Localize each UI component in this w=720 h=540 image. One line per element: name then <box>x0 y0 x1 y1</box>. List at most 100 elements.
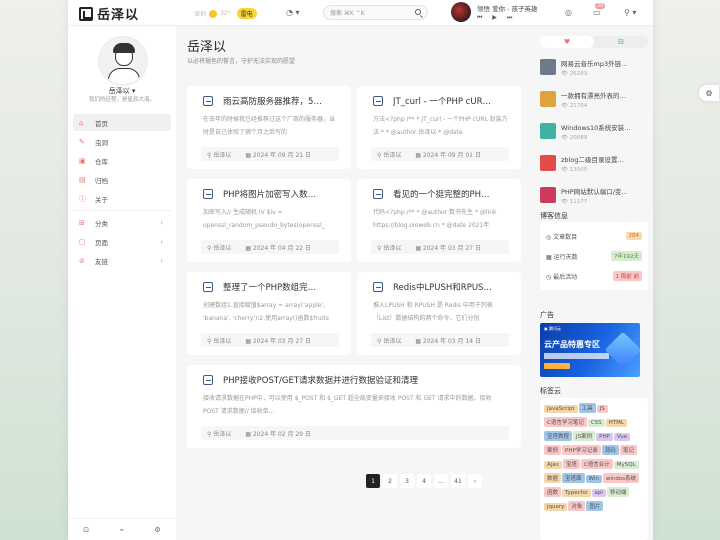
user-menu-icon[interactable]: ⚲ ▾ <box>624 8 636 17</box>
hot-post-title[interactable]: PHP网站默认端口/变… <box>561 186 631 196</box>
tag-item[interactable]: JavaScript <box>544 405 578 413</box>
tag-item[interactable]: PHP <box>596 433 613 441</box>
post-title[interactable]: 整理了一个PHP数组完… <box>203 281 341 293</box>
post-card[interactable]: Redis中LPUSH和RPUS… 推入LPUSH 和 RPUSH 是 Redi… <box>357 272 521 355</box>
page-button[interactable]: 3 <box>400 474 414 488</box>
post-card[interactable]: 看见的一个挺完整的PH… 代码<?php /** * @author 数书先生 … <box>357 179 521 262</box>
music-player[interactable]: 领悟 爱你 - 孩子英雄 ⏮ ▶ ⏭ <box>451 2 538 22</box>
post-title[interactable]: PHP将图片加密写入数… <box>203 188 341 200</box>
post-author[interactable]: 岳泽以 <box>383 338 401 345</box>
tag-item[interactable]: 数据 <box>544 473 562 483</box>
tag-item[interactable]: 笔记 <box>619 445 637 455</box>
nav-item-category[interactable]: ⊞ 分类 › <box>73 214 171 231</box>
page-button[interactable]: 4 <box>417 474 431 488</box>
page-button[interactable]: 2 <box>383 474 397 488</box>
message-icon[interactable]: ▭ <box>593 8 601 17</box>
post-card[interactable]: PHP将图片加密写入数… 加密写入// 生成随机 IV $iv = openss… <box>187 179 351 262</box>
tag-item[interactable]: Typecho <box>562 489 591 497</box>
tag-item[interactable]: JS <box>596 405 608 413</box>
hot-post-title[interactable]: zblog二级目录设置… <box>561 154 631 164</box>
post-title[interactable]: 雨云高防服务器推荐，5… <box>203 95 341 107</box>
post-card[interactable]: JT_curl - 一个PHP cUR… 方法<?php /** * JT_cu… <box>357 86 521 169</box>
tag-item[interactable]: Ajax <box>544 461 562 469</box>
nav-item-wormhole[interactable]: ✎ 虫洞 <box>73 133 171 150</box>
tag-item[interactable]: 宝塔教程 <box>544 431 573 441</box>
calendar-icon: ▦ <box>245 430 253 438</box>
hot-post-title[interactable]: 一款拥有漂亮外表的… <box>561 90 631 100</box>
post-title[interactable]: 看见的一个挺完整的PH… <box>373 188 511 200</box>
search-input[interactable]: 搜索 ⌘K ⌃K <box>323 5 428 20</box>
nav-item-home[interactable]: ⌂ 首页 <box>73 114 171 131</box>
chat-icon[interactable]: ⊡ <box>83 526 89 534</box>
tag-item[interactable]: 图片 <box>586 501 604 511</box>
tag-item[interactable]: C语言学习笔记 <box>544 417 587 427</box>
page-button[interactable]: 41 <box>451 474 465 488</box>
post-author[interactable]: 岳泽以 <box>213 338 231 345</box>
post-card[interactable]: 雨云高防服务器推荐，5… 在去年的时候我已经推荐过这个厂商的服务器，当时是自己体… <box>187 86 351 169</box>
nav-item-about[interactable]: ⓘ 关于 <box>73 190 171 207</box>
next-page-button[interactable]: › <box>468 474 482 488</box>
music-controls[interactable]: ⏮ ▶ ⏭ <box>477 14 538 22</box>
tag-item[interactable]: 案例 <box>544 445 562 455</box>
tag-item[interactable]: 宝塔面 <box>562 473 585 483</box>
tag-item[interactable]: api <box>591 489 606 497</box>
avatar[interactable] <box>98 36 148 86</box>
nav-label: 归档 <box>95 176 108 185</box>
post-author[interactable]: 岳泽以 <box>383 245 401 252</box>
tag-item[interactable]: windos系统 <box>602 473 640 483</box>
post-title[interactable]: JT_curl - 一个PHP cUR… <box>373 95 511 107</box>
nav-item-repo[interactable]: ▣ 仓库 <box>73 152 171 169</box>
tag-item[interactable]: JS案例 <box>573 431 596 441</box>
tag-item[interactable]: 宝塔 <box>562 459 580 469</box>
hot-post-title[interactable]: 网易云音乐mp3外链… <box>561 58 631 68</box>
search-icon[interactable] <box>415 9 421 15</box>
post-card[interactable]: PHP接收POST/GET请求数据并进行数据验证和清理 接收请求数据在PHP中，… <box>187 365 521 448</box>
chevron-right-icon: › <box>160 218 163 227</box>
tag-item[interactable]: Vue <box>613 433 631 441</box>
tag-item[interactable]: PHP学习记录 <box>562 445 601 455</box>
tag-item[interactable]: 工具 <box>578 403 596 413</box>
list-item[interactable]: Windows10系统安装… 👁 20089 <box>540 120 650 152</box>
post-card[interactable]: 整理了一个PHP数组完… 创建数组1.直接赋值$array = array('a… <box>187 272 351 355</box>
tag-item[interactable]: 移动端 <box>606 487 630 497</box>
nav-item-pages[interactable]: ▢ 页面 › <box>73 233 171 250</box>
tag-item[interactable]: C语言合计 <box>580 459 613 469</box>
target-icon[interactable]: ◎ <box>565 8 572 17</box>
tag-item[interactable]: 函数 <box>544 487 562 497</box>
tag-item[interactable]: 源码 <box>601 445 619 455</box>
nav-item-archive[interactable]: ▤ 归档 <box>73 171 171 188</box>
tag-item[interactable]: HTML <box>605 419 627 427</box>
site-logo[interactable]: 岳泽以 <box>79 4 139 23</box>
post-title[interactable]: Redis中LPUSH和RPUS… <box>373 281 511 293</box>
page-button[interactable]: 1 <box>366 474 380 488</box>
list-item[interactable]: 一款拥有漂亮外表的… 👁 21704 <box>540 88 650 120</box>
tab-gift[interactable]: ⊟ <box>594 36 648 48</box>
tag-item[interactable]: Win <box>585 475 602 483</box>
tag-item[interactable]: 对象 <box>568 501 586 511</box>
tag-item[interactable]: MySQL <box>613 461 639 469</box>
post-author[interactable]: 岳泽以 <box>213 152 231 159</box>
post-author[interactable]: 岳泽以 <box>213 431 231 438</box>
list-item[interactable]: 网易云音乐mp3外链… 👁 26283 <box>540 56 650 88</box>
list-item[interactable]: zblog二级目录设置… 👁 13505 <box>540 152 650 184</box>
weather-widget[interactable]: 深圳 32° 雷电 <box>194 8 257 19</box>
tag-item[interactable]: jquery <box>544 503 568 511</box>
rss-icon[interactable]: ⌁ <box>120 526 124 534</box>
left-sidebar: 岳泽以 ▾ 我们的征程，是星辰大海。 ⌂ 首页 ✎ 虫洞 ▣ 仓库 ▤ 归档 ⓘ… <box>68 26 176 540</box>
album-cover[interactable] <box>451 2 471 22</box>
top-header: 岳泽以 深圳 32° 雷电 ◔ ▾ 搜索 ⌘K ⌃K 领悟 爱你 - 孩子英雄 … <box>68 0 653 26</box>
post-title[interactable]: PHP接收POST/GET请求数据并进行数据验证和清理 <box>203 374 511 386</box>
ad-cta-button[interactable] <box>544 363 570 369</box>
nav-item-friends[interactable]: ⊘ 友链 › <box>73 252 171 269</box>
post-excerpt: 在去年的时候我已经推荐过这个厂商的服务器，当时是自己体验了俩个月之后写的 <box>203 116 336 136</box>
chevron-right-icon: › <box>160 237 163 246</box>
hot-post-title[interactable]: Windows10系统安装… <box>561 122 631 132</box>
theme-toggle-icon[interactable]: ◔ ▾ <box>286 8 300 17</box>
tab-hot-thumbsup[interactable]: ♥ <box>540 36 594 48</box>
post-author[interactable]: 岳泽以 <box>213 245 231 252</box>
ad-banner[interactable]: ▣ 腾讯云 云产品特惠专区 <box>540 323 640 377</box>
tag-item[interactable]: CSS <box>587 419 605 427</box>
settings-float-icon[interactable]: ⚙ <box>699 85 719 101</box>
settings-icon[interactable]: ⚙ <box>154 526 160 534</box>
post-author[interactable]: 岳泽以 <box>383 152 401 159</box>
